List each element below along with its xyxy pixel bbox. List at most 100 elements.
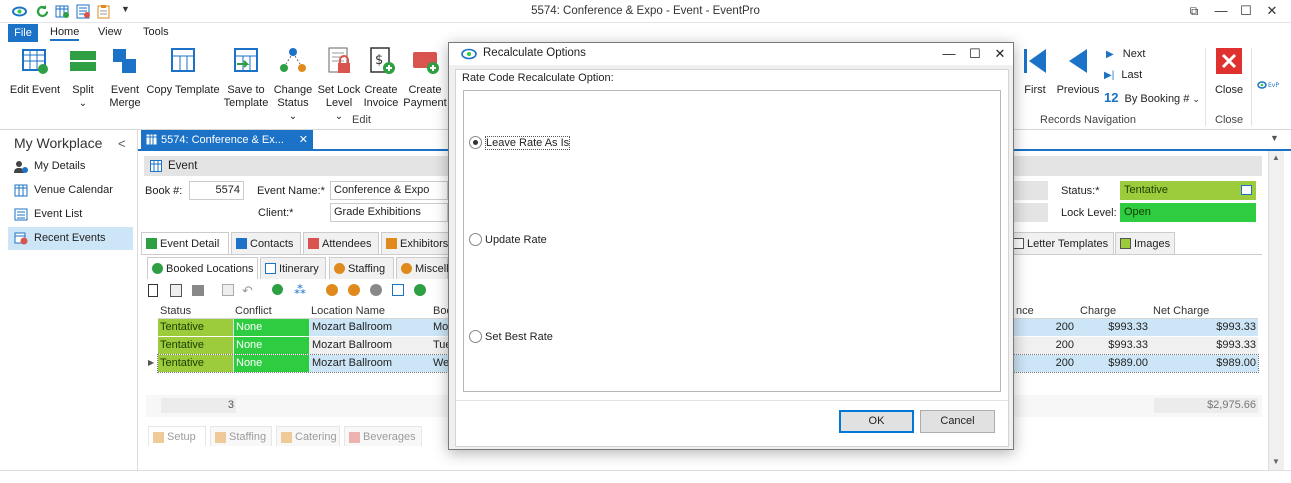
copy-template-button[interactable]: Copy Template: [146, 46, 220, 97]
radio-label: Set Best Rate: [485, 331, 553, 343]
tab-setup[interactable]: Setup: [148, 426, 206, 446]
radio-update-rate[interactable]: Update Rate: [469, 233, 547, 247]
merge-icon: [113, 49, 136, 73]
itinerary-icon: [265, 263, 276, 274]
tab-booked-locations[interactable]: Booked Locations: [147, 257, 258, 279]
copy-template-label: Copy Template: [146, 84, 220, 96]
previous-button[interactable]: Previous: [1055, 46, 1101, 97]
tab-contacts[interactable]: Contacts: [231, 232, 301, 254]
restore-icon[interactable]: ⧉: [1185, 3, 1203, 19]
tab-label: Staffing: [348, 263, 386, 275]
edit-event-button[interactable]: Edit Event: [8, 46, 62, 97]
money-icon[interactable]: [414, 284, 426, 296]
col-net-charge[interactable]: Net Charge: [1153, 305, 1209, 317]
sidebar-item-recent-events[interactable]: Recent Events: [8, 227, 133, 250]
tab-event-5574[interactable]: 5574: Conference & Ex... ✕: [141, 130, 313, 151]
scroll-up-icon[interactable]: ▲: [1272, 153, 1280, 162]
tab-label: Catering: [295, 431, 337, 443]
tab-itinerary[interactable]: Itinerary: [260, 257, 326, 279]
close-tab-icon[interactable]: ✕: [299, 130, 308, 150]
menu-view[interactable]: View: [98, 26, 122, 38]
copy-icon[interactable]: [170, 284, 182, 297]
edit-group-label: Edit: [352, 114, 371, 126]
dialog-minimize-button[interactable]: —: [939, 45, 959, 63]
tab-catering[interactable]: Catering: [276, 426, 340, 446]
location-add-icon[interactable]: [272, 284, 283, 295]
minimize-button[interactable]: —: [1212, 3, 1230, 19]
create-payment-button[interactable]: Create Payment: [402, 46, 448, 110]
client-field[interactable]: Grade Exhibitions: [330, 203, 448, 222]
footer-total: $2,975.66: [1154, 398, 1258, 413]
col-attendance[interactable]: nce: [1016, 305, 1034, 317]
by-booking-dropdown[interactable]: 12 By Booking # ⌄: [1104, 90, 1200, 105]
save-to-template-button[interactable]: Save to Template: [222, 46, 270, 110]
tab-images[interactable]: Images: [1115, 232, 1175, 254]
tab-exhibitors[interactable]: Exhibitors: [381, 232, 449, 254]
col-location-name[interactable]: Location Name: [311, 305, 385, 317]
event-name-field[interactable]: Conference & Expo: [330, 181, 448, 200]
tab-staffing-lower[interactable]: Staffing: [210, 426, 272, 446]
vertical-scrollbar[interactable]: ▲ ▼: [1268, 151, 1284, 471]
hierarchy-icon[interactable]: ⁂: [294, 283, 306, 297]
dialog-maximize-button[interactable]: ☐: [965, 45, 985, 63]
sidebar-item-venue-calendar[interactable]: Venue Calendar: [8, 179, 133, 202]
last-button[interactable]: ▶| Last: [1104, 69, 1142, 81]
tab-miscellaneous[interactable]: Miscell: [396, 257, 449, 279]
book-number-field[interactable]: 5574: [189, 181, 244, 200]
event-tab-icon: [146, 134, 157, 145]
tab-letter-templates[interactable]: Letter Templates: [1008, 232, 1114, 254]
radio-set-best-rate[interactable]: Set Best Rate: [469, 330, 553, 344]
settings-add-icon[interactable]: [326, 284, 338, 296]
close-icon: [1216, 48, 1242, 74]
first-button[interactable]: First: [1018, 46, 1052, 97]
location-cell: Mozart Ballroom: [312, 357, 393, 369]
change-status-button[interactable]: Change Status ⌄: [270, 46, 316, 123]
set-lock-level-label: Set Lock Level: [317, 84, 361, 109]
tab-event-detail[interactable]: Event Detail: [141, 232, 229, 254]
menu-tools[interactable]: Tools: [143, 26, 169, 38]
change-status-arrow-icon: ⌄: [288, 111, 298, 122]
tab-dropdown-icon[interactable]: ▼: [1270, 133, 1279, 143]
radio-leave-rate[interactable]: Leave Rate As Is: [469, 136, 571, 150]
maximize-button[interactable]: ☐: [1237, 3, 1255, 19]
settings-edit-icon[interactable]: [348, 284, 360, 296]
tab-beverages[interactable]: Beverages: [344, 426, 422, 446]
next-label: Next: [1122, 48, 1146, 60]
grid-report-icon[interactable]: [392, 284, 404, 296]
collapse-sidebar-icon[interactable]: <: [118, 136, 126, 151]
lock-level-field[interactable]: Open: [1120, 203, 1256, 222]
radio-label: Update Rate: [485, 234, 547, 246]
save-icon[interactable]: [222, 284, 234, 296]
tab-attendees[interactable]: Attendees: [303, 232, 379, 254]
next-button[interactable]: ▶ Next: [1106, 48, 1145, 60]
tab-staffing[interactable]: Staffing: [329, 257, 394, 279]
settings-icon[interactable]: [370, 284, 382, 296]
new-icon[interactable]: [148, 284, 158, 297]
close-label: Close: [1214, 84, 1244, 96]
ok-button[interactable]: OK: [839, 410, 914, 433]
sidebar-item-my-details[interactable]: My Details: [8, 155, 133, 178]
grid-toolbar: ↶ ⁂: [148, 283, 448, 299]
dialog-close-button[interactable]: ✕: [990, 45, 1010, 63]
menu-home[interactable]: Home: [50, 26, 80, 41]
event-merge-button[interactable]: Event Merge: [104, 46, 146, 110]
last-label: Last: [1121, 69, 1143, 81]
sidebar-item-event-list[interactable]: Event List: [8, 203, 133, 226]
setup-icon: [153, 432, 164, 443]
col-status[interactable]: Status: [160, 305, 191, 317]
cancel-button[interactable]: Cancel: [920, 410, 995, 433]
status-field[interactable]: Tentative: [1120, 181, 1256, 200]
split-button[interactable]: Split ⌄: [66, 46, 100, 110]
scroll-down-icon[interactable]: ▼: [1272, 457, 1280, 466]
multi-copy-icon[interactable]: [192, 285, 204, 296]
create-invoice-button[interactable]: $ Create Invoice: [362, 46, 400, 110]
col-conflict[interactable]: Conflict: [235, 305, 272, 317]
close-button[interactable]: Close: [1212, 46, 1246, 97]
recent-events-icon: [14, 232, 28, 245]
calendar-picker-icon[interactable]: [1241, 185, 1252, 195]
set-lock-level-button[interactable]: Set Lock Level ⌄: [316, 46, 362, 123]
close-window-button[interactable]: ✕: [1263, 3, 1281, 19]
menu-file[interactable]: File: [8, 24, 38, 42]
col-charge[interactable]: Charge: [1080, 305, 1116, 317]
undo-icon[interactable]: ↶: [242, 283, 253, 299]
